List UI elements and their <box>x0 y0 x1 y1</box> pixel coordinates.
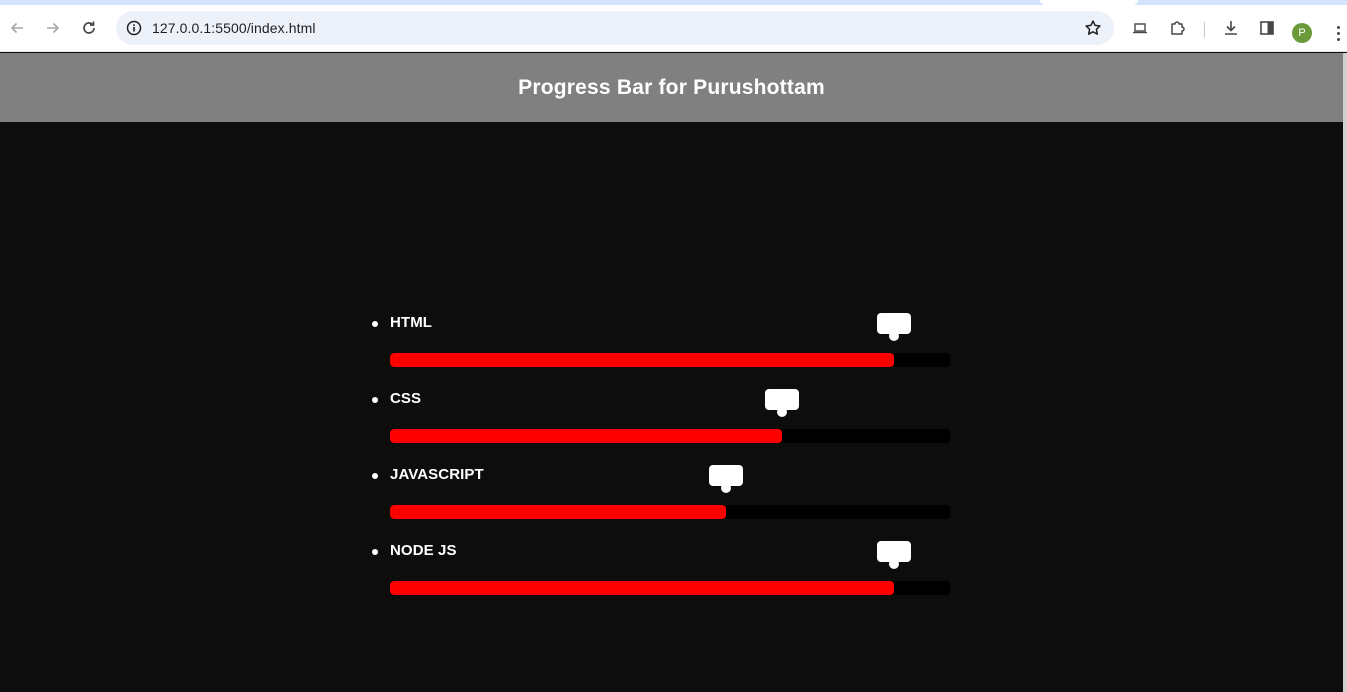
list-bullet <box>372 321 378 327</box>
progress-track <box>390 353 950 367</box>
progress-tooltip <box>877 541 911 569</box>
progress-tooltip <box>765 389 799 417</box>
skill-item-javascript: JAVASCRIPT <box>372 465 952 536</box>
scrollbar[interactable] <box>1343 53 1347 692</box>
skill-name: NODE JS <box>390 542 457 559</box>
skill-name: CSS <box>390 390 422 407</box>
list-bullet <box>372 473 378 479</box>
progress-fill <box>390 581 894 595</box>
progress-fill <box>390 353 894 367</box>
skill-name: HTML <box>390 314 433 331</box>
skill-item-css: CSS <box>372 389 952 460</box>
progress-tooltip <box>709 465 743 493</box>
skill-item-html: HTML <box>372 313 952 384</box>
list-bullet <box>372 549 378 555</box>
progress-fill <box>390 505 726 519</box>
skill-name: JAVASCRIPT <box>390 466 484 483</box>
skill-list: HTML CSS JAVASCRIPT NODE JS <box>0 0 1343 692</box>
progress-track <box>390 505 950 519</box>
progress-track <box>390 581 950 595</box>
progress-tooltip <box>877 313 911 341</box>
skill-item-nodejs: NODE JS <box>372 541 952 612</box>
progress-fill <box>390 429 782 443</box>
list-bullet <box>372 397 378 403</box>
progress-track <box>390 429 950 443</box>
